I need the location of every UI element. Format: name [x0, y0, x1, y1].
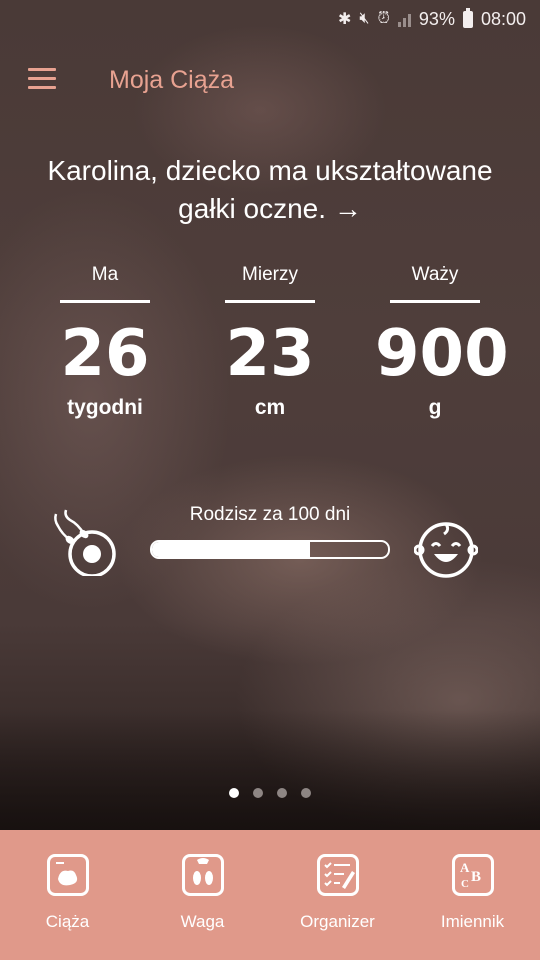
checklist-icon: [316, 854, 359, 896]
pregnancy-progress-bar: [150, 540, 390, 559]
alarm-icon: ⏰︎: [377, 10, 390, 27]
mute-icon: 🔇︎: [359, 10, 370, 27]
daily-fact-link[interactable]: Karolina, dziecko ma ukształtowane gałki…: [40, 152, 500, 228]
app-title: Moja Ciąża: [109, 66, 235, 94]
status-bar: ✱ 🔇︎ ⏰︎ 93% 08:00: [0, 0, 540, 38]
stat-value: 26: [60, 317, 150, 391]
divider: [225, 300, 315, 303]
stat-unit: tygodni: [67, 396, 143, 419]
app-bar: Moja Ciąża: [0, 55, 540, 105]
stat-unit: g: [428, 396, 442, 419]
clock: 08:00: [480, 8, 526, 29]
nav-item-organizer[interactable]: Organizer: [270, 830, 405, 960]
nav-label: Imiennik: [440, 912, 505, 931]
stat-label: Mierzy: [242, 264, 298, 285]
page-dot[interactable]: [301, 788, 311, 798]
menu-icon[interactable]: [28, 68, 56, 90]
abc-icon: A B C: [451, 854, 494, 896]
stat-unit: cm: [254, 396, 286, 419]
svg-text:B: B: [471, 869, 481, 885]
ultrasound-icon: [46, 854, 89, 896]
stat-label: Waży: [411, 264, 459, 285]
bottom-navigation: Ciąża Waga Organizer A B C Imiennik: [0, 830, 540, 960]
conception-icon: [54, 509, 116, 576]
page-dot[interactable]: [253, 788, 263, 798]
page-indicator: [0, 788, 540, 798]
svg-text:C: C: [461, 878, 469, 890]
page-dot[interactable]: [229, 788, 239, 798]
svg-text:A: A: [460, 860, 470, 875]
stat-length: Mierzy 23 cm: [210, 264, 330, 420]
signal-icon: [397, 11, 411, 27]
baby-face-icon: [414, 522, 478, 578]
nav-label: Organizer: [300, 912, 375, 931]
nav-label: Waga: [180, 912, 225, 931]
divider: [60, 300, 150, 303]
nav-item-waga[interactable]: Waga: [135, 830, 270, 960]
stat-value: 23: [225, 317, 315, 391]
stat-value: 900: [375, 317, 509, 391]
progress-fill: [152, 542, 311, 557]
nav-item-imiennik[interactable]: A B C Imiennik: [405, 830, 540, 960]
battery-percent: 93%: [418, 8, 455, 29]
stat-weeks: Ma 26 tygodni: [45, 264, 165, 420]
bluetooth-icon: ✱: [337, 11, 352, 28]
scale-icon: [181, 854, 224, 896]
page-dot[interactable]: [277, 788, 287, 798]
stat-label: Ma: [91, 264, 119, 285]
due-countdown: Rodzisz za 100 dni: [189, 504, 351, 525]
nav-item-ciaza[interactable]: Ciąża: [0, 830, 135, 960]
divider: [390, 300, 480, 303]
nav-label: Ciąża: [45, 912, 90, 931]
stat-weight: Waży 900 g: [375, 264, 509, 420]
battery-icon: [462, 7, 473, 28]
